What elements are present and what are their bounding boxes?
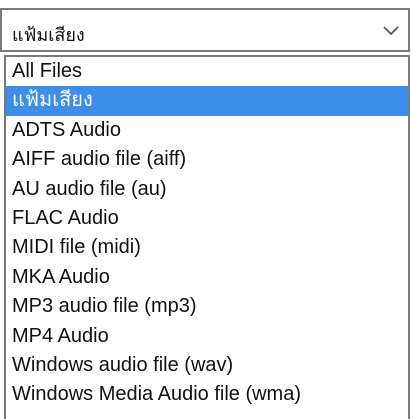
option-audio-files[interactable]: แฟ้มเสียง	[6, 86, 408, 116]
option-au-audio[interactable]: AU audio file (au)	[6, 175, 408, 204]
option-flac-audio[interactable]: FLAC Audio	[6, 204, 408, 233]
file-type-dropdown: แฟ้มเสียง All Files แฟ้มเสียง ADTS Audio…	[0, 0, 412, 419]
file-type-options-list: All Files แฟ้มเสียง ADTS Audio AIFF audi…	[4, 55, 410, 419]
option-mp3-audio[interactable]: MP3 audio file (mp3)	[6, 292, 408, 321]
option-adts-audio[interactable]: ADTS Audio	[6, 116, 408, 145]
option-mp4-audio[interactable]: MP4 Audio	[6, 322, 408, 351]
option-wma-audio[interactable]: Windows Media Audio file (wma)	[6, 380, 408, 409]
chevron-down-icon-svg	[383, 26, 399, 36]
option-midi-file[interactable]: MIDI file (midi)	[6, 233, 408, 262]
option-mka-audio[interactable]: MKA Audio	[6, 263, 408, 292]
chevron-down-icon[interactable]	[380, 19, 402, 41]
option-all-files[interactable]: All Files	[6, 57, 408, 86]
option-aiff-audio[interactable]: AIFF audio file (aiff)	[6, 145, 408, 174]
selected-file-type: แฟ้มเสียง	[12, 25, 85, 45]
option-wav-audio[interactable]: Windows audio file (wav)	[6, 351, 408, 380]
file-type-combobox[interactable]: แฟ้มเสียง	[0, 8, 410, 52]
